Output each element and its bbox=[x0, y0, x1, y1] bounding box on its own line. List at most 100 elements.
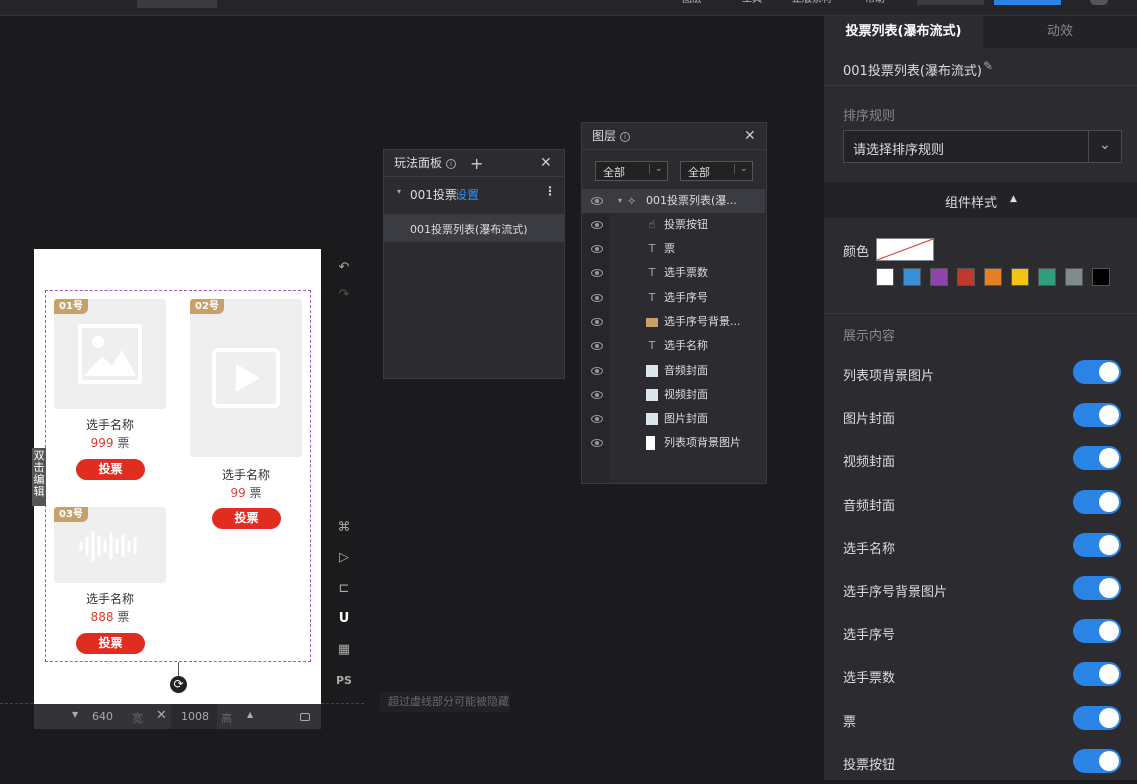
layer-row[interactable]: ☝ 投票按钮 bbox=[582, 213, 765, 237]
color-picker[interactable] bbox=[876, 238, 934, 261]
top-menu-tools[interactable]: 工具 bbox=[742, 0, 762, 8]
command-icon[interactable]: ⌘ bbox=[336, 520, 352, 536]
toggle-row: 音频封面 bbox=[824, 482, 1137, 525]
width-decrease-icon[interactable]: ▼ bbox=[72, 710, 78, 719]
layer-row[interactable]: 视频封面 bbox=[582, 383, 765, 407]
color-swatch[interactable] bbox=[903, 268, 921, 286]
hidden-area-hint: 超过虚线部分可能被隐藏 bbox=[380, 692, 510, 712]
eye-icon[interactable] bbox=[591, 318, 603, 326]
color-swatch[interactable] bbox=[1092, 268, 1110, 286]
color-swatch[interactable] bbox=[930, 268, 948, 286]
sort-select[interactable]: 请选择排序规则 ⌄ bbox=[843, 130, 1122, 163]
layer-row[interactable]: T票 bbox=[582, 237, 765, 261]
toggle-switch[interactable] bbox=[1073, 662, 1121, 687]
more-icon[interactable]: ⋮ bbox=[544, 184, 556, 198]
eye-icon[interactable] bbox=[591, 367, 603, 375]
eye-icon[interactable] bbox=[591, 391, 603, 399]
eye-icon[interactable] bbox=[591, 245, 603, 253]
undo-icon[interactable]: ↶ bbox=[336, 260, 352, 276]
toggle-label: 投票按钮 bbox=[843, 757, 896, 773]
color-swatch[interactable] bbox=[1038, 268, 1056, 286]
layer-row-root[interactable]: ▾ ⟡ 001投票列表(瀑... bbox=[582, 189, 765, 213]
top-search-box[interactable] bbox=[137, 0, 217, 8]
add-icon[interactable]: + bbox=[470, 150, 483, 177]
height-increase-icon[interactable]: ▲ bbox=[247, 710, 253, 719]
properties-panel: 投票列表(瀑布流式) 动效 001投票列表(瀑布流式) ✎ 排序规则 请选择排序… bbox=[824, 16, 1137, 780]
avatar[interactable] bbox=[1090, 0, 1108, 5]
toggle-switch[interactable] bbox=[1073, 489, 1121, 514]
toggle-row: 投票按钮 bbox=[824, 741, 1137, 784]
eye-icon[interactable] bbox=[591, 415, 603, 423]
vote-button-3[interactable]: 投票 bbox=[76, 633, 145, 654]
eye-icon[interactable] bbox=[591, 221, 603, 229]
color-swatch[interactable] bbox=[876, 268, 894, 286]
ruler-icon[interactable]: ⊏ bbox=[336, 581, 352, 597]
ps-import-icon[interactable]: PS bbox=[336, 673, 352, 689]
grid-icon[interactable]: ▦ bbox=[336, 642, 352, 658]
style-section-header[interactable]: 组件样式 ▲ bbox=[824, 182, 1137, 218]
card-cover-2[interactable]: 02号 bbox=[190, 299, 302, 457]
toggle-row: 视频封面 bbox=[824, 438, 1137, 481]
play-group-row[interactable]: ▾ 001投票 设置 ⋮ bbox=[384, 182, 564, 206]
layer-row[interactable]: 列表项背景图片 bbox=[582, 431, 765, 455]
card-cover-3[interactable]: 03号 bbox=[54, 507, 166, 583]
layer-row[interactable]: 音频封面 bbox=[582, 359, 765, 383]
color-swatch[interactable] bbox=[1011, 268, 1029, 286]
close-icon[interactable]: ✕ bbox=[744, 123, 756, 150]
toggle-switch[interactable] bbox=[1073, 360, 1121, 384]
link-size-icon[interactable]: ✕ bbox=[156, 708, 167, 723]
close-icon[interactable]: ✕ bbox=[540, 150, 552, 177]
tab-animation[interactable]: 动效 bbox=[983, 16, 1137, 48]
play-group-settings-link[interactable]: 设置 bbox=[455, 186, 479, 203]
vote-button-2[interactable]: 投票 bbox=[212, 508, 281, 529]
toggle-switch[interactable] bbox=[1073, 532, 1121, 557]
info-icon[interactable]: i bbox=[620, 131, 631, 142]
layer-label: 选手票数 bbox=[664, 266, 708, 279]
eye-icon[interactable] bbox=[591, 269, 603, 277]
redo-icon[interactable]: ↷ bbox=[336, 287, 352, 303]
eye-icon[interactable] bbox=[591, 294, 603, 302]
lock-icon[interactable] bbox=[300, 713, 310, 721]
eye-icon[interactable] bbox=[591, 439, 603, 447]
color-swatch[interactable] bbox=[984, 268, 1002, 286]
magnet-icon[interactable]: U bbox=[336, 611, 352, 627]
play-panel-title: 玩法面板 bbox=[394, 156, 443, 170]
color-swatch[interactable] bbox=[1065, 268, 1083, 286]
info-icon[interactable]: i bbox=[446, 158, 457, 169]
eye-icon[interactable] bbox=[591, 197, 603, 205]
eye-icon[interactable] bbox=[591, 342, 603, 350]
rotate-icon[interactable]: ⟳ bbox=[170, 676, 187, 693]
layer-filter-1[interactable]: 全部 ⌄ bbox=[595, 161, 668, 181]
top-menu-layers[interactable]: 图层 bbox=[682, 0, 702, 8]
toggle-switch[interactable] bbox=[1073, 705, 1121, 730]
top-button-publish[interactable] bbox=[994, 0, 1061, 5]
tab-vote-list[interactable]: 投票列表(瀑布流式) bbox=[824, 16, 983, 48]
layer-filter-2[interactable]: 全部 ⌄ bbox=[680, 161, 753, 181]
play-panel-header: 玩法面板 i + ✕ bbox=[384, 150, 564, 177]
toggle-switch[interactable] bbox=[1073, 446, 1121, 471]
play-icon[interactable]: ▷ bbox=[336, 550, 352, 566]
width-input[interactable]: 640 bbox=[92, 710, 113, 723]
layer-label: 图片封面 bbox=[664, 412, 708, 425]
top-button-preview[interactable] bbox=[917, 0, 984, 5]
layer-row[interactable]: T 选手序号 bbox=[582, 286, 765, 310]
play-item-row[interactable]: 001投票列表(瀑布流式) bbox=[384, 214, 564, 242]
toggle-switch[interactable] bbox=[1073, 576, 1121, 600]
double-click-edit-tag[interactable]: 双击编辑 bbox=[32, 448, 46, 506]
height-input[interactable]: 1008 bbox=[181, 710, 209, 723]
collapse-icon[interactable]: ▾ bbox=[397, 187, 401, 196]
top-menu-help[interactable]: 帮助 bbox=[865, 0, 885, 8]
toggle-switch[interactable] bbox=[1073, 619, 1121, 644]
edit-icon[interactable]: ✎ bbox=[983, 59, 993, 73]
toggle-switch[interactable] bbox=[1073, 403, 1121, 428]
layer-row[interactable]: 图片封面 bbox=[582, 407, 765, 431]
layer-row[interactable]: T 选手票数 bbox=[582, 261, 765, 285]
toggle-switch[interactable] bbox=[1073, 748, 1121, 773]
vote-button-1[interactable]: 投票 bbox=[76, 459, 145, 480]
layer-row[interactable]: 选手序号背景... bbox=[582, 310, 765, 334]
top-menu-assets[interactable]: 正版素材 bbox=[792, 0, 832, 8]
layer-row[interactable]: T 选手名称 bbox=[582, 334, 765, 358]
collapse-icon[interactable]: ▾ bbox=[618, 189, 622, 213]
card-cover-1[interactable]: 01号 bbox=[54, 299, 166, 409]
color-swatch[interactable] bbox=[957, 268, 975, 286]
